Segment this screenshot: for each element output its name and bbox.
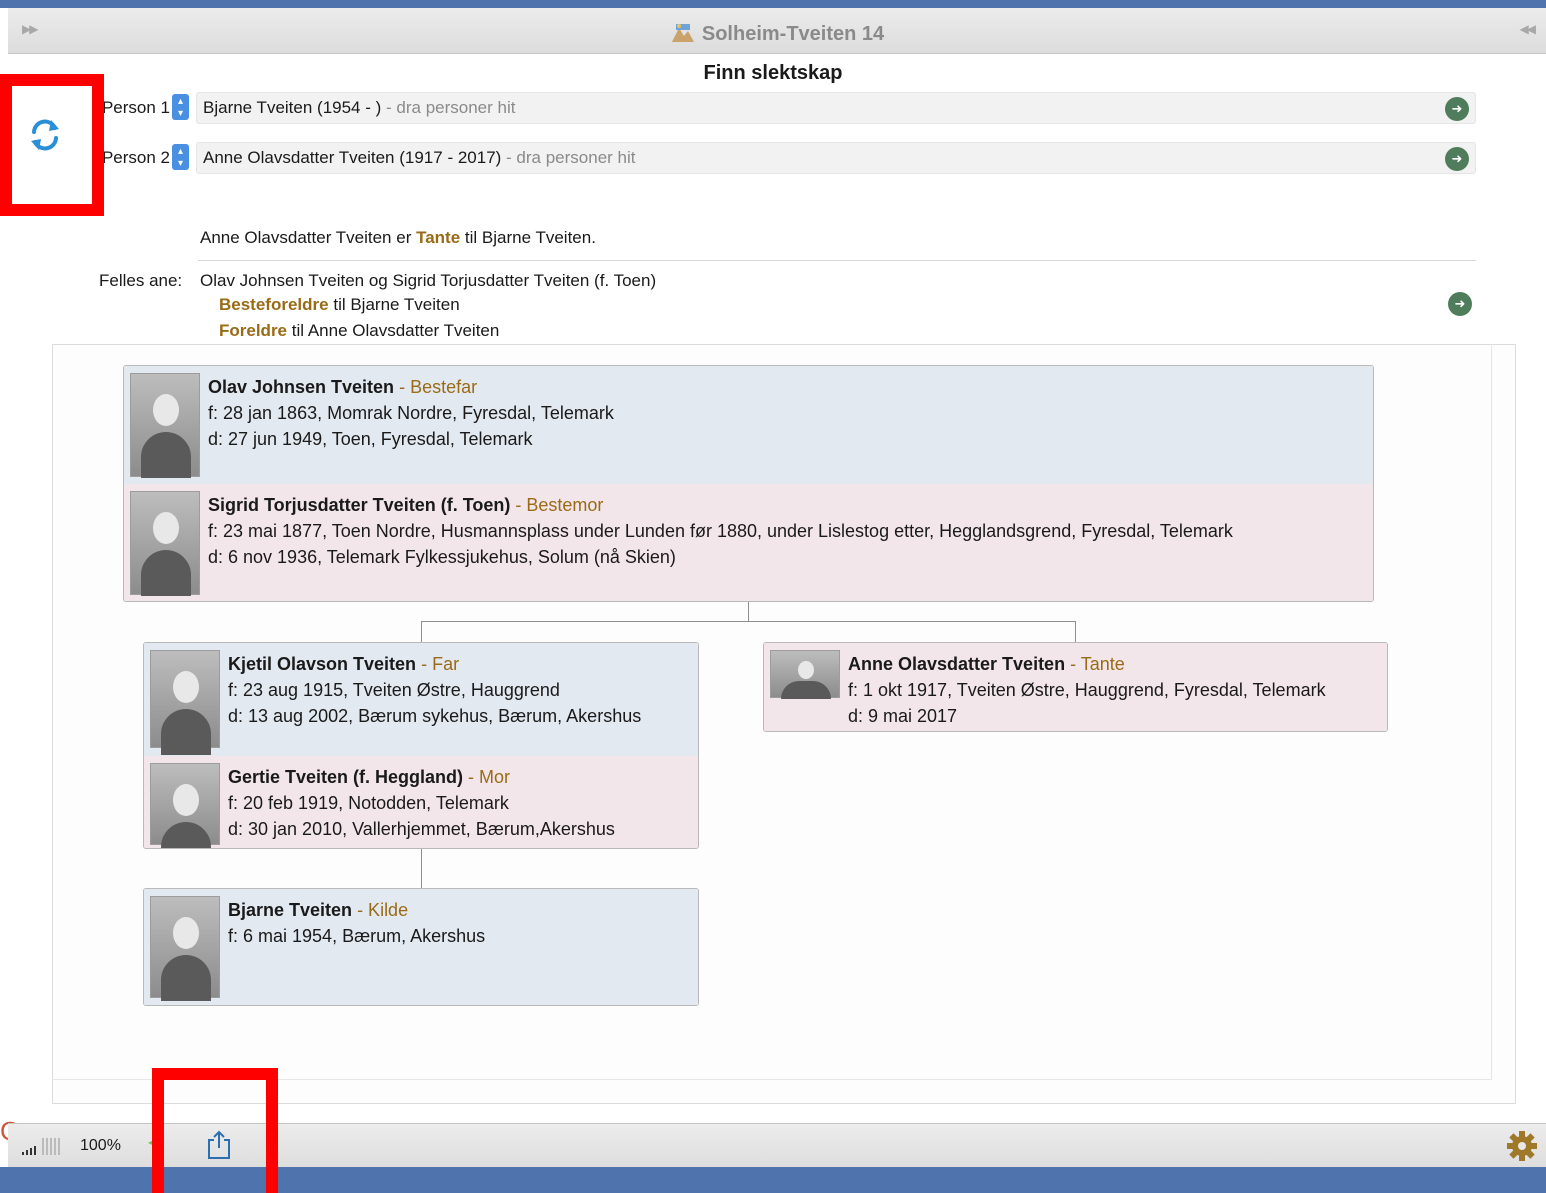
connector-line (1075, 621, 1076, 642)
portrait-photo (770, 650, 840, 699)
person-slot-grandmother[interactable]: Sigrid Torjusdatter Tveiten (f. Toen) - … (124, 484, 1373, 601)
person-role: - Bestemor (515, 495, 604, 515)
person-died: d: 27 jun 1949, Toen, Fyresdal, Telemark (208, 429, 533, 449)
person-slot-father[interactable]: Kjetil Olavson Tveiten - Far f: 23 aug 1… (144, 643, 698, 756)
common-ancestors-go-button[interactable]: ➜ (1448, 292, 1472, 316)
person-name: Gertie Tveiten (f. Heggland) (228, 767, 464, 787)
person-info: Anne Olavsdatter Tveiten - Tante f: 1 ok… (848, 651, 1326, 729)
common-ancestor-relation-2[interactable]: Foreldre (219, 321, 287, 340)
common-ancestor-text-2: til Anne Olavsdatter Tveiten (291, 321, 500, 340)
person-1-field[interactable]: Bjarne Tveiten (1954 - ) - dra personer … (196, 92, 1476, 124)
person-born: f: 1 okt 1917, Tveiten Østre, Hauggrend,… (848, 680, 1326, 700)
title-bar: ▶▶ Solheim-Tveiten 14 ◀◀ (8, 8, 1546, 54)
person-info: Olav Johnsen Tveiten - Bestefar f: 28 ja… (208, 374, 614, 452)
person-died: d: 9 mai 2017 (848, 706, 958, 726)
person-info: Gertie Tveiten (f. Heggland) - Mor f: 20… (228, 764, 615, 842)
expand-right-icon[interactable]: ◀◀ (1520, 22, 1537, 36)
source-card[interactable]: Bjarne Tveiten - Kilde f: 6 mai 1954, Bæ… (143, 888, 699, 1006)
person-slot-source[interactable]: Bjarne Tveiten - Kilde f: 6 mai 1954, Bæ… (144, 889, 698, 1005)
person-name: Olav Johnsen Tveiten (208, 377, 395, 397)
portrait-photo (130, 491, 200, 596)
person-born: f: 23 aug 1915, Tveiten Østre, Hauggrend (228, 680, 560, 700)
highlight-box-share (152, 1068, 278, 1193)
person-info: Sigrid Torjusdatter Tveiten (f. Toen) - … (208, 492, 1233, 570)
person-1-label: Person 1 (101, 98, 170, 117)
person-1-go-button[interactable]: ➜ (1445, 97, 1469, 121)
connector-line (421, 849, 422, 888)
person-role: - Kilde (357, 900, 409, 920)
person-born: f: 20 feb 1919, Notodden, Telemark (228, 793, 509, 813)
person-died: d: 30 jan 2010, Vallerhjemmet, Bærum,Ake… (228, 819, 615, 839)
person-2-field[interactable]: Anne Olavsdatter Tveiten (1917 - 2017) -… (196, 142, 1476, 174)
grandparents-card[interactable]: Olav Johnsen Tveiten - Bestefar f: 28 ja… (123, 365, 1374, 602)
aunt-card[interactable]: Anne Olavsdatter Tveiten - Tante f: 1 ok… (763, 642, 1388, 732)
person-1-stepper[interactable]: ▴ ▾ (172, 94, 189, 120)
person-role: - Bestefar (399, 377, 478, 397)
person-died: d: 13 aug 2002, Bærum sykehus, Bærum, Ak… (228, 706, 642, 726)
relationship-type[interactable]: Tante (416, 228, 460, 247)
portrait-photo (150, 650, 220, 755)
person-2-row: Person 2 ▴ ▾ Anne Olavsdatter Tveiten (19… (98, 142, 1478, 174)
portrait-photo (150, 763, 220, 848)
portrait-photo (150, 896, 220, 1001)
person-2-hint: - dra personer hit (506, 148, 636, 167)
person-slot-mother[interactable]: Gertie Tveiten (f. Heggland) - Mor f: 20… (144, 756, 698, 848)
common-ancestors-names: Olav Johnsen Tveiten og Sigrid Torjusdat… (200, 271, 657, 290)
person-name: Sigrid Torjusdatter Tveiten (f. Toen) (208, 495, 511, 515)
person-2-go-button[interactable]: ➜ (1445, 147, 1469, 171)
gear-icon[interactable] (1506, 1130, 1538, 1162)
common-ancestor-line-1: Besteforeldre til Bjarne Tveiten (219, 295, 460, 315)
person-born: f: 28 jan 1863, Momrak Nordre, Fyresdal,… (208, 403, 614, 423)
divider (198, 260, 1476, 261)
window-title-text: Solheim-Tveiten 14 (701, 23, 885, 45)
person-name: Bjarne Tveiten (228, 900, 353, 920)
person-1-hint: - dra personer hit (386, 98, 516, 117)
person-slot-grandfather[interactable]: Olav Johnsen Tveiten - Bestefar f: 28 ja… (124, 366, 1373, 484)
person-2-label: Person 2 (101, 148, 170, 167)
zoom-level[interactable]: 100% (80, 1137, 121, 1155)
person-died: d: 6 nov 1936, Telemark Fylkessjukehus, … (208, 547, 676, 567)
person-role: - Mor (468, 767, 511, 787)
page-heading: Finn slektskap (703, 62, 843, 84)
detail-level-icon[interactable] (20, 1136, 70, 1156)
portrait-photo (130, 373, 200, 478)
common-ancestor-line-2: Foreldre til Anne Olavsdatter Tveiten (219, 321, 499, 341)
family-tree-document-icon (671, 24, 694, 42)
window-title: Solheim-Tveiten 14 (8, 22, 1546, 46)
connector-line (748, 602, 749, 622)
person-1-row: Person 1 ▴ ▾ Bjarne Tveiten (1954 - ) - d… (98, 92, 1478, 124)
person-role: - Far (421, 654, 460, 674)
person-info: Bjarne Tveiten - Kilde f: 6 mai 1954, Bæ… (228, 897, 485, 949)
person-2-name: Anne Olavsdatter Tveiten (1917 - 2017) (203, 148, 502, 167)
person-name: Anne Olavsdatter Tveiten (848, 654, 1066, 674)
person-name: Kjetil Olavson Tveiten (228, 654, 417, 674)
common-ancestor-relation-1[interactable]: Besteforeldre (219, 295, 329, 314)
relationship-object: til Bjarne Tveiten. (464, 228, 596, 247)
person-slot-aunt[interactable]: Anne Olavsdatter Tveiten - Tante f: 1 ok… (764, 643, 1387, 731)
person-role: - Tante (1070, 654, 1125, 674)
person-2-stepper[interactable]: ▴ ▾ (172, 144, 189, 170)
person-born: f: 23 mai 1877, Toen Nordre, Husmannspla… (208, 521, 1233, 541)
relationship-sentence: Anne Olavsdatter Tveiten er Tante til Bj… (200, 228, 596, 248)
highlight-box-sync (0, 74, 104, 216)
person-info: Kjetil Olavson Tveiten - Far f: 23 aug 1… (228, 651, 641, 729)
person-1-name: Bjarne Tveiten (1954 - ) (203, 98, 382, 117)
relationship-subject: Anne Olavsdatter Tveiten er (200, 228, 412, 247)
connector-line (421, 621, 422, 642)
connector-line (421, 621, 1076, 622)
person-born: f: 6 mai 1954, Bærum, Akershus (228, 926, 486, 946)
parents-card[interactable]: Kjetil Olavson Tveiten - Far f: 23 aug 1… (143, 642, 699, 849)
common-ancestors-label: Felles ane: (99, 271, 183, 290)
common-ancestor-text-1: til Bjarne Tveiten (333, 295, 460, 314)
window-top-border (0, 0, 1546, 8)
